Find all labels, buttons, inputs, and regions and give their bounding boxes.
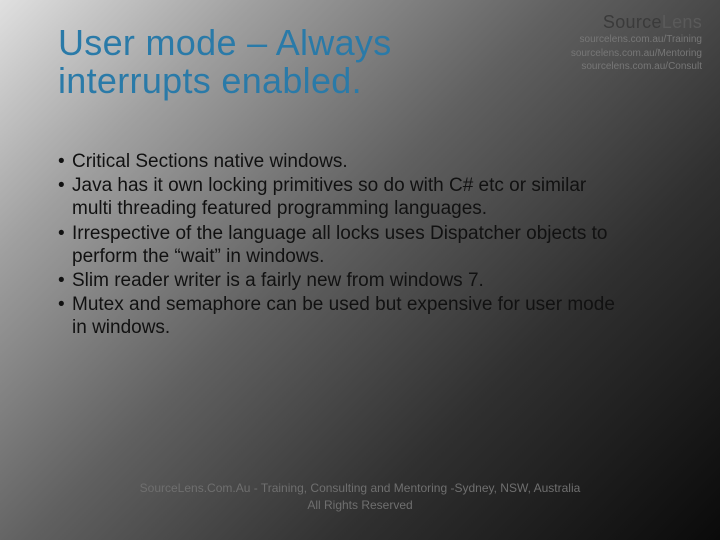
- brand-link-mentoring: sourcelens.com.au/Mentoring: [571, 47, 702, 61]
- bullet-text: Irrespective of the language all locks u…: [72, 222, 618, 268]
- list-item: •Critical Sections native windows.: [58, 150, 618, 173]
- list-item: •Slim reader writer is a fairly new from…: [58, 269, 618, 292]
- slide-title: User mode – Always interrupts enabled.: [58, 24, 538, 100]
- bullet-text: Critical Sections native windows.: [72, 150, 618, 173]
- bullet-text: Mutex and semaphore can be used but expe…: [72, 293, 618, 339]
- bullet-text: Java has it own locking primitives so do…: [72, 174, 618, 220]
- bullet-icon: •: [58, 269, 72, 292]
- footer-line-1: SourceLens.Com.Au - Training, Consulting…: [0, 480, 720, 497]
- bullet-icon: •: [58, 174, 72, 220]
- bullet-icon: •: [58, 222, 72, 268]
- brand-logo: SourceLens: [571, 12, 702, 33]
- bullet-list: •Critical Sections native windows. •Java…: [58, 150, 618, 340]
- list-item: •Java has it own locking primitives so d…: [58, 174, 618, 220]
- brand-link-training: sourcelens.com.au/Training: [571, 33, 702, 47]
- slide-footer: SourceLens.Com.Au - Training, Consulting…: [0, 480, 720, 514]
- brand-logo-main: Source: [603, 12, 662, 32]
- bullet-icon: •: [58, 150, 72, 173]
- list-item: •Mutex and semaphore can be used but exp…: [58, 293, 618, 339]
- footer-line-2: All Rights Reserved: [0, 497, 720, 514]
- bullet-text: Slim reader writer is a fairly new from …: [72, 269, 618, 292]
- brand-logo-sub: Lens: [662, 12, 702, 32]
- brand-link-consult: sourcelens.com.au/Consult: [571, 60, 702, 74]
- bullet-icon: •: [58, 293, 72, 339]
- brand-block: SourceLens sourcelens.com.au/Training so…: [571, 12, 702, 74]
- list-item: •Irrespective of the language all locks …: [58, 222, 618, 268]
